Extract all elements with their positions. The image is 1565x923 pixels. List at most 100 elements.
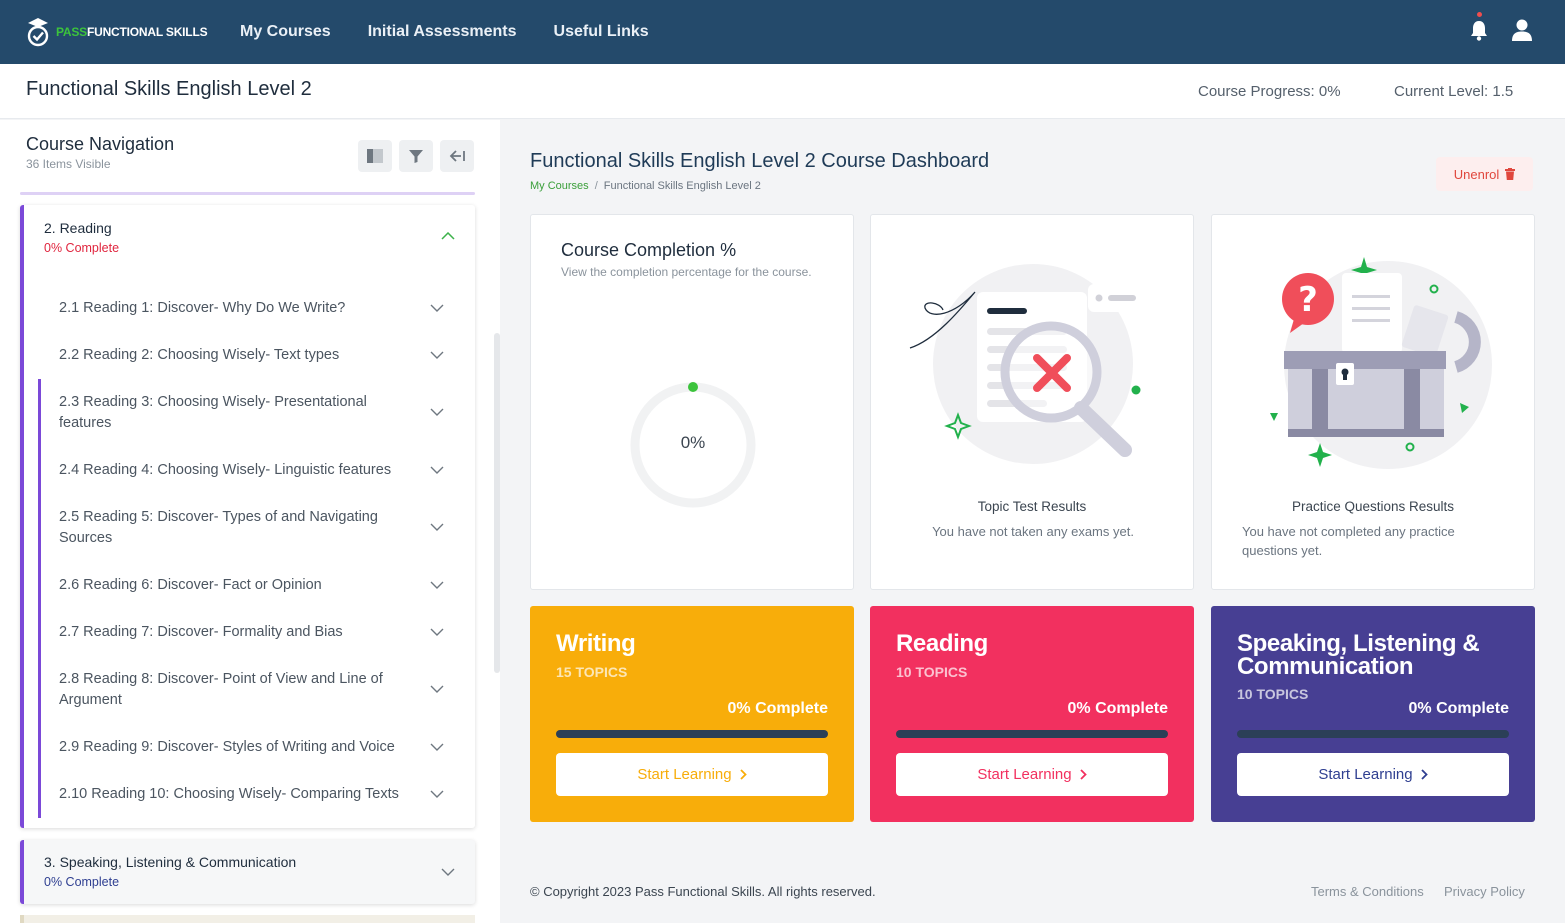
logo[interactable]: PASSFUNCTIONAL SKILLS xyxy=(26,17,240,47)
subject-topics: 15 TOPICS xyxy=(556,664,628,680)
toggle-layout-button[interactable] xyxy=(358,140,392,172)
section-reading-items: 2.1 Reading 1: Discover- Why Do We Write… xyxy=(38,285,464,818)
top-navbar: PASSFUNCTIONAL SKILLS My Courses Initial… xyxy=(0,0,1565,64)
sidebar-scrollbar[interactable] xyxy=(494,333,500,673)
user-profile-icon[interactable] xyxy=(1511,18,1533,42)
breadcrumb-my-courses[interactable]: My Courses xyxy=(530,180,589,192)
chevron-down-icon[interactable] xyxy=(430,351,444,359)
chevron-down-icon[interactable] xyxy=(430,628,444,636)
chevron-up-icon[interactable] xyxy=(441,232,455,240)
course-header: Functional Skills English Level 2 Course… xyxy=(0,64,1565,119)
subject-progress-bar xyxy=(896,730,1168,738)
start-learning-button[interactable]: Start Learning xyxy=(896,753,1168,796)
course-completion-card: Course Completion % View the completion … xyxy=(530,214,854,590)
subject-name: Reading xyxy=(896,630,988,657)
completion-ring-marker xyxy=(688,382,698,392)
subject-topics: 10 TOPICS xyxy=(1237,686,1309,702)
list-item[interactable]: 2.4 Reading 4: Choosing Wisely- Linguist… xyxy=(38,447,464,494)
logo-icon xyxy=(27,18,49,47)
notification-bell-icon[interactable] xyxy=(1469,12,1489,42)
chevron-down-icon[interactable] xyxy=(430,685,444,693)
course-title: Functional Skills English Level 2 xyxy=(26,78,312,100)
start-learning-button[interactable]: Start Learning xyxy=(1237,753,1509,796)
topic-test-message: You have not taken any exams yet. xyxy=(932,524,1134,539)
completion-value: 0% xyxy=(680,433,706,452)
page-title: Functional Skills English Level 2 Course… xyxy=(530,150,990,172)
practice-questions-results-card: ? Practice Questions Results You have no… xyxy=(1211,214,1535,590)
nav-initial-assessments[interactable]: Initial Assessments xyxy=(368,23,517,41)
subject-progress: 0% Complete xyxy=(1408,700,1509,717)
footer-copyright: © Copyright 2023 Pass Functional Skills.… xyxy=(530,884,876,899)
subject-topics: 10 TOPICS xyxy=(896,664,968,680)
subject-name: Writing xyxy=(556,630,636,657)
chevron-down-icon[interactable] xyxy=(430,523,444,531)
section-reading-header[interactable]: 2. Reading 0% Complete xyxy=(24,205,475,271)
start-learning-button[interactable]: Start Learning xyxy=(556,753,828,796)
list-item[interactable]: 2.3 Reading 3: Choosing Wisely- Presenta… xyxy=(38,379,464,447)
exam-results-illustration xyxy=(909,264,1144,464)
chevron-down-icon[interactable] xyxy=(430,466,444,474)
list-item[interactable]: 2.9 Reading 9: Discover- Styles of Writi… xyxy=(38,724,464,771)
chevron-down-icon[interactable] xyxy=(430,790,444,798)
chevron-right-icon xyxy=(1079,769,1087,780)
topic-test-results-card: Topic Test Results You have not taken an… xyxy=(870,214,1194,590)
course-progress: Course Progress: 0% xyxy=(1198,83,1341,100)
chevron-down-icon[interactable] xyxy=(430,743,444,751)
breadcrumb-current: Functional Skills English Level 2 xyxy=(603,180,761,192)
subject-progress: 0% Complete xyxy=(1067,700,1168,717)
section-progress: 0% Complete xyxy=(44,875,120,889)
list-item[interactable]: 2.8 Reading 8: Discover- Point of View a… xyxy=(38,656,464,724)
notification-dot xyxy=(1477,12,1482,17)
unenrol-button[interactable]: Unenrol xyxy=(1436,157,1533,191)
trash-icon xyxy=(1505,168,1516,180)
collapse-left-icon xyxy=(449,150,465,162)
completion-title: Course Completion % xyxy=(561,240,737,260)
subject-progress: 0% Complete xyxy=(727,700,828,717)
subject-tile-reading: Reading 10 TOPICS 0% Complete Start Lear… xyxy=(870,606,1194,822)
topic-test-label: Topic Test Results xyxy=(977,499,1087,514)
section-title: 3. Speaking, Listening & Communication xyxy=(44,854,297,870)
filter-icon xyxy=(409,149,423,163)
list-item[interactable]: 2.7 Reading 7: Discover- Formality and B… xyxy=(38,609,464,656)
filter-button[interactable] xyxy=(399,140,433,172)
subject-progress-bar xyxy=(1237,730,1509,738)
svg-text:?: ? xyxy=(1298,280,1318,320)
list-item[interactable]: 2.6 Reading 6: Discover- Fact or Opinion xyxy=(38,562,464,609)
breadcrumb: My Courses / Functional Skills English Lev… xyxy=(530,180,761,192)
chevron-down-icon[interactable] xyxy=(430,581,444,589)
collapse-sidebar-button[interactable] xyxy=(440,140,474,172)
sidebar-title: Course Navigation xyxy=(26,134,175,154)
current-level: Current Level: 1.5 xyxy=(1394,83,1514,100)
chevron-right-icon xyxy=(1420,769,1428,780)
subject-name: Speaking, Listening & Communication xyxy=(1237,630,1480,680)
treasure-chest-illustration: ? xyxy=(1270,257,1492,469)
sidebar-layout-icon xyxy=(367,149,383,163)
completion-subtitle: View the completion percentage for the c… xyxy=(561,265,812,279)
list-item[interactable]: 2.10 Reading 10: Choosing Wisely- Compar… xyxy=(38,771,464,818)
subject-tile-writing: Writing 15 TOPICS 0% Complete Start Lear… xyxy=(530,606,854,822)
practice-label: Practice Questions Results xyxy=(1291,499,1455,514)
list-item[interactable]: 2.5 Reading 5: Discover- Types of and Na… xyxy=(38,494,464,562)
nav-useful-links[interactable]: Useful Links xyxy=(554,23,649,41)
chevron-down-icon[interactable] xyxy=(441,868,455,876)
chevron-down-icon[interactable] xyxy=(430,408,444,416)
next-section-edge xyxy=(20,915,475,923)
list-item[interactable]: 2.1 Reading 1: Discover- Why Do We Write… xyxy=(38,285,464,332)
chevron-right-icon xyxy=(739,769,747,780)
section-title: 2. Reading xyxy=(44,220,112,236)
footer-privacy-link[interactable]: Privacy Policy xyxy=(1444,884,1525,899)
section-speaking-listening[interactable]: 3. Speaking, Listening & Communication 0… xyxy=(20,840,475,904)
brand-name: PASSFUNCTIONAL SKILLS xyxy=(56,25,208,39)
list-item[interactable]: 2.2 Reading 2: Choosing Wisely- Text typ… xyxy=(38,332,464,379)
subject-tile-speaking-listening: Speaking, Listening & Communication 10 T… xyxy=(1211,606,1535,822)
course-navigation-sidebar: Course Navigation 36 Items Visible 2. Re… xyxy=(0,120,500,923)
footer-terms-link[interactable]: Terms & Conditions xyxy=(1311,884,1424,899)
subject-progress-bar xyxy=(556,730,828,738)
sidebar-subtitle: 36 Items Visible xyxy=(26,157,111,171)
practice-message: You have not completed any practice ques… xyxy=(1242,524,1455,558)
section-reading: 2. Reading 0% Complete 2.1 Reading 1: Di… xyxy=(20,205,475,828)
nav-my-courses[interactable]: My Courses xyxy=(240,23,331,41)
chevron-down-icon[interactable] xyxy=(430,304,444,312)
previous-section-edge xyxy=(20,192,475,195)
section-progress: 0% Complete xyxy=(44,241,120,255)
